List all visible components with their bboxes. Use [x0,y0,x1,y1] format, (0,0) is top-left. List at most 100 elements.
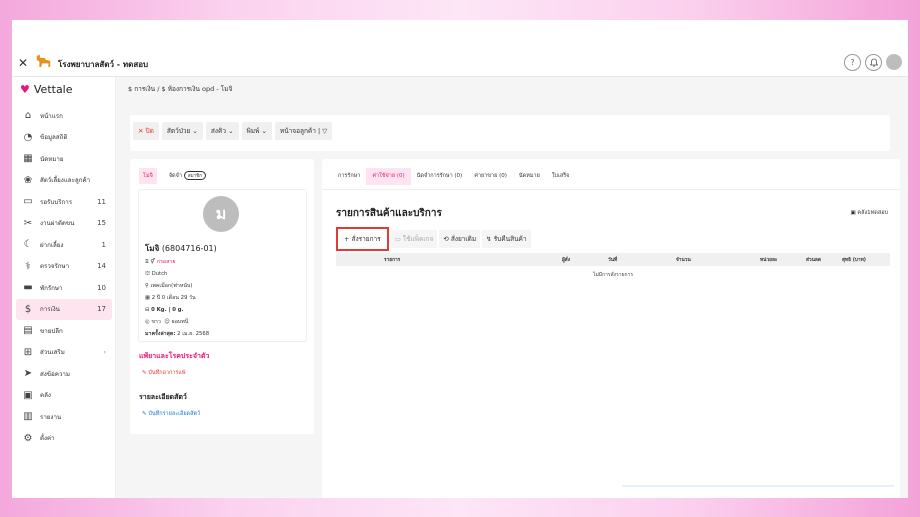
sidebar: ♥ Vettale ⌂ หน้าแรก ◔ ข้อมูลสถิติ ▦ นัดหมาย ❀ ส… [12,77,116,498]
chevron-down-icon: ⌄ [192,127,198,135]
sidebar-item-4[interactable]: ▭ รอรับบริการ 11 [16,191,112,213]
sidebar-item-label: ส่งข้อความ [40,370,70,378]
sidebar-item-15[interactable]: ⚙ ตั้งค่า [16,428,112,450]
sidebar-item-2[interactable]: ▦ นัดหมาย [16,148,112,170]
return-icon: ↯ [486,235,492,243]
box-icon: ▣ [850,210,856,216]
sidebar-item-1[interactable]: ◔ ข้อมูลสถิติ [16,127,112,149]
col-unit: หน่วยละ [760,257,778,263]
breed-icon: ⛫ [145,271,150,277]
allergy-link[interactable]: ✎ บันทึกอาการแพ้ [142,369,186,377]
pencil-icon: ✎ [142,411,147,417]
last-visit-line: มาครั้งล่าสุด: 2 เม.ย. 2568 [145,331,210,337]
tab-0[interactable]: การรักษา [332,168,366,185]
sidebar-nav: ⌂ หน้าแรก ◔ ข้อมูลสถิติ ▦ นัดหมาย ❀ สัตว์เลี้ยง… [16,105,112,449]
sidebar-item-6[interactable]: ☾ ฝากเลี้ยง 1 [16,234,112,256]
sidebar-item-0[interactable]: ⌂ หน้าแรก [16,105,112,127]
calendar-icon: ▦ [145,295,151,301]
sidebar-item-label: ข้อมูลสถิติ [40,134,68,142]
sidebar-item-label: รอรับบริการ [40,198,73,206]
chevron-right-icon: › [103,348,106,356]
sidebar-count-badge: 11 [97,197,106,206]
sidebar-item-10[interactable]: ▤ ขายปลีก [16,320,112,342]
breed-line: ⛫ Dutch [145,271,168,277]
age-line: ▦ 2 ปี 0 เดือน 29 วัน [145,295,196,301]
help-icon[interactable]: ? [844,54,861,71]
chart-icon: ▥ [23,411,33,423]
col-date: วันที่ [608,257,618,263]
return-button[interactable]: ↯ รับคืนสินค้า [482,230,531,248]
smile-icon: ☺ [164,319,170,325]
sidebar-item-label: การเงิน [40,306,60,314]
sex-line: ⧖ ⚥ กรอสาย [145,259,176,265]
sidebar-item-label: ฝากเลี้ยง [40,241,64,249]
sidebar-item-label: งานผ่าตัดขน [40,220,75,228]
sidebar-item-label: รายงาน [40,413,62,421]
sidebar-item-11[interactable]: ⊞ ส่วนเสริม › [16,342,112,364]
tab-3[interactable]: ค่ายาขาย (0) [468,168,513,185]
use-package-button[interactable]: ▭ ใช้แพ็คเกจ [390,230,438,248]
filter-icon: ▽ [322,127,328,135]
hospital-title: โรงพยาบาลสัตว์ - ทดสอบ [58,60,149,69]
breadcrumb: $ การเงิน / $ ห้องการเงิน opd - โมจิ [128,85,233,93]
pet-dropdown[interactable]: สัตว์ป่วย ⌄ [161,122,203,140]
breadcrumb-pet: โมจิ [220,85,233,93]
sidebar-item-5[interactable]: ✂ งานผ่าตัดขน 15 [16,213,112,235]
paw-icon: ❀ [23,174,33,186]
sidebar-item-3[interactable]: ❀ สัตว์เลี้ยงและลูกค้า [16,170,112,192]
pet-panel: โมจิ จัดจำ สมาชิก ม โมจิ (6804716-01) ⧖ ⚥… [130,159,314,434]
send-icon: ➤ [23,368,33,380]
tab-5[interactable]: ใบเสร็จ [546,168,576,185]
tab-pet[interactable]: โมจิ [139,167,157,184]
sidebar-item-label: พักรักษา [40,284,63,292]
col-total: สุทธิ (บาท) [842,257,866,263]
sidebar-item-label: ตั้งค่า [40,435,55,443]
print-dropdown[interactable]: พิมพ์ ⌄ [241,122,272,140]
details-link[interactable]: ✎ บันทึกรายละเอียดสัตว์ [142,410,200,418]
tab-owner[interactable]: จัดจำ สมาชิก [165,167,210,184]
breadcrumb-finance[interactable]: การเงิน [134,85,155,93]
sidebar-item-7[interactable]: ⚕ ตรวจรักษา 14 [16,256,112,278]
top-bar: ✕ โรงพยาบาลสัตว์ - ทดสอบ ? [12,50,908,77]
location-icon: ⚲ [145,283,149,289]
customer-screen-button[interactable]: หน้าจอลูกค้า | ▽ [274,122,333,140]
stethoscope-icon: ⚕ [25,260,31,272]
pet-name: โมจิ (6804716-01) [145,244,217,253]
close-icon[interactable]: ✕ [18,56,28,70]
sidebar-item-label: หน้าแรก [40,112,63,120]
pet-avatar: ม [203,196,239,232]
main-area: $ การเงิน / $ ห้องการเงิน opd - โมจิ ✕ ป… [116,77,908,498]
send-queue-dropdown[interactable]: ส่งคิว ⌄ [205,122,239,140]
user-avatar[interactable] [886,54,902,70]
history-icon: ⟲ [443,235,449,243]
sofa-icon: ▭ [23,196,33,208]
stock-selector[interactable]: ▣ คลัง1ทดสอบ [850,209,888,217]
tab-4[interactable]: นัดหมาย [513,168,546,185]
package-icon: ▭ [394,235,401,243]
bell-icon[interactable] [865,54,882,71]
gear-icon: ⚙ [23,432,33,444]
sidebar-item-14[interactable]: ▥ รายงาน [16,406,112,428]
close-button[interactable]: ✕ ปิด [133,122,159,140]
reorder-button[interactable]: ⟲ สั่งยาเดิม [439,230,481,248]
col-item: รายการ [384,257,401,263]
tab-1[interactable]: ค่าใช้จ่าย (0) [366,167,411,185]
sidebar-item-12[interactable]: ➤ ส่งข้อความ [16,363,112,385]
add-item-button[interactable]: + สั่งรายการ [336,227,389,251]
sidebar-item-label: คลัง [40,392,51,400]
empty-state: ไม่มีการสั่งรายการ [592,272,634,278]
sidebar-item-8[interactable]: ▬ พักรักษา 10 [16,277,112,299]
sidebar-count-badge: 1 [101,240,106,249]
sidebar-item-9[interactable]: $ การเงิน 17 [16,298,112,320]
weight-line: ⊟ 0 Kg. | 0 g. [145,307,184,313]
col-qty: จำนวน [676,257,691,263]
money-icon: $ [24,303,32,315]
sidebar-item-13[interactable]: ▣ คลัง [16,385,112,407]
register-icon: ▤ [23,325,33,337]
tab-2[interactable]: นัดจำการรักษา (0) [411,168,469,185]
billing-tabs: การรักษา ค่าใช้จ่าย (0) นัดจำการรักษา (0) ค… [332,166,575,186]
palette-icon: ◎ [145,319,150,325]
sidebar-item-label: ส่วนเสริม [40,349,65,357]
brand-logo: ♥ Vettale [20,83,73,96]
breadcrumb-room[interactable]: ห้องการเงิน opd [168,85,215,93]
